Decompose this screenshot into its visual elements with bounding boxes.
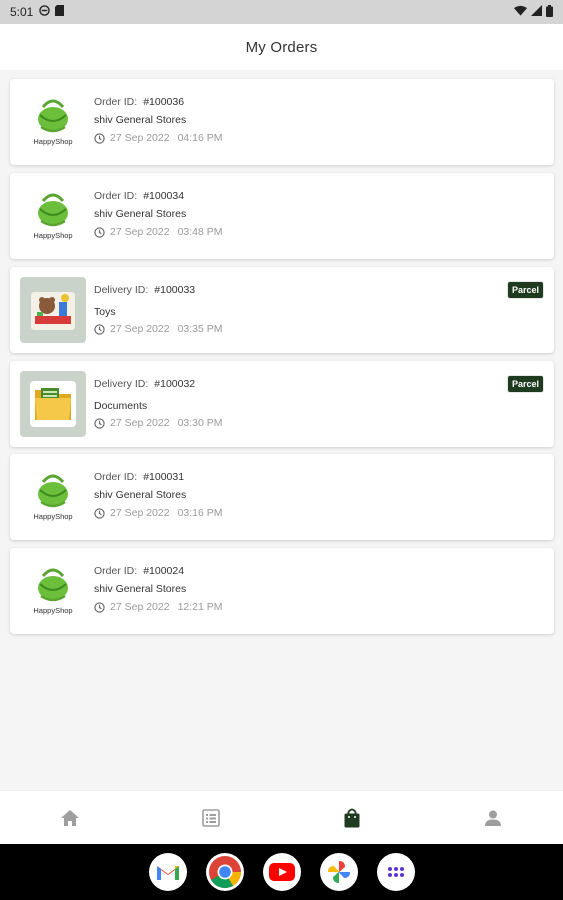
- nav-profile[interactable]: [422, 791, 563, 844]
- clock-icon: [94, 323, 105, 335]
- order-datetime: 27 Sep 2022 03:16 PM: [94, 507, 223, 519]
- status-time: 5:01: [10, 5, 34, 19]
- order-card[interactable]: HappyShop Order ID: #100024 shiv General …: [10, 548, 554, 634]
- happyshop-logo: HappyShop: [20, 558, 86, 624]
- delivery-datetime: 27 Sep 2022 03:35 PM: [94, 323, 223, 335]
- happyshop-logo: HappyShop: [20, 183, 86, 249]
- order-name: shiv General Stores: [94, 583, 187, 595]
- order-name: shiv General Stores: [94, 489, 187, 501]
- happyshop-logo-text: HappyShop: [33, 512, 72, 521]
- bottom-navigation: [0, 790, 563, 844]
- delivery-id-label: Delivery ID:: [94, 284, 149, 296]
- clock-icon: [94, 132, 105, 144]
- delivery-id-label: Delivery ID:: [94, 378, 149, 390]
- clock-icon: [94, 507, 105, 519]
- nav-home[interactable]: [0, 791, 141, 844]
- order-id-line: Order ID: #100036: [94, 96, 184, 108]
- parcel-badge: Parcel: [506, 281, 544, 299]
- delivery-id-value: #100032: [154, 378, 196, 390]
- order-name: shiv General Stores: [94, 208, 187, 220]
- nav-my-orders[interactable]: [282, 791, 423, 844]
- happyshop-logo-text: HappyShop: [33, 606, 72, 615]
- order-card[interactable]: HappyShop Order ID: #100036 shiv General …: [10, 79, 554, 165]
- order-id-line: Order ID: #100031: [94, 471, 184, 483]
- do-not-disturb-icon: [39, 5, 51, 19]
- order-time: 04:16 PM: [177, 132, 223, 144]
- photos-icon: [327, 861, 350, 883]
- order-id-line: Order ID: #100034: [94, 190, 184, 202]
- order-id-value: #100036: [143, 96, 185, 108]
- order-id-line: Order ID: #100024: [94, 565, 184, 577]
- list-icon: [202, 808, 220, 827]
- delivery-date: 27 Sep 2022: [110, 323, 170, 335]
- happyshop-logo-text: HappyShop: [33, 231, 72, 240]
- order-time: 12:21 PM: [177, 601, 223, 613]
- delivery-id-line: Delivery ID: #100032: [94, 378, 195, 390]
- orders-list[interactable]: HappyShop Order ID: #100036 shiv General …: [0, 70, 563, 790]
- delivery-time: 03:35 PM: [177, 323, 223, 335]
- order-id-value: #100034: [143, 190, 185, 202]
- delivery-id-line: Delivery ID: #100033: [94, 284, 195, 296]
- order-card[interactable]: Delivery ID: #100032 Documents 27 Sep 202…: [10, 361, 554, 447]
- person-icon: [484, 810, 501, 826]
- photos-app[interactable]: [319, 853, 358, 891]
- wifi-icon: [514, 5, 527, 19]
- shopping-bag-icon: [344, 808, 360, 827]
- youtube-app[interactable]: [262, 853, 301, 891]
- gmail-icon: [156, 866, 179, 880]
- page-title: My Orders: [245, 38, 318, 56]
- clock-icon: [94, 417, 105, 429]
- clock-icon: [94, 226, 105, 238]
- delivery-time: 03:30 PM: [177, 417, 223, 429]
- delivery-datetime: 27 Sep 2022 03:30 PM: [94, 417, 223, 429]
- app-bar: My Orders: [0, 24, 563, 70]
- order-date: 27 Sep 2022: [110, 132, 170, 144]
- signal-icon: [531, 5, 542, 19]
- gmail-app[interactable]: [148, 853, 187, 891]
- battery-icon: [546, 4, 553, 20]
- order-name: shiv General Stores: [94, 114, 187, 126]
- delivery-name: Documents: [94, 400, 148, 412]
- happyshop-logo-text: HappyShop: [33, 137, 72, 146]
- delivery-name: Toys: [94, 306, 116, 318]
- order-id-label: Order ID:: [94, 471, 138, 483]
- delivery-date: 27 Sep 2022: [110, 417, 170, 429]
- system-dock: [0, 844, 563, 900]
- home-icon: [61, 809, 80, 826]
- clock-icon: [94, 601, 105, 613]
- order-datetime: 27 Sep 2022 12:21 PM: [94, 601, 223, 613]
- status-bar: 5:01: [0, 0, 563, 24]
- order-date: 27 Sep 2022: [110, 601, 170, 613]
- app-drawer[interactable]: [376, 853, 415, 891]
- youtube-icon: [268, 863, 295, 881]
- order-id-value: #100024: [143, 565, 185, 577]
- chrome-icon: [208, 856, 241, 889]
- parcel-badge: Parcel: [506, 375, 544, 393]
- order-date: 27 Sep 2022: [110, 226, 170, 238]
- app-drawer-icon: [387, 867, 404, 877]
- documents-thumbnail: [20, 371, 86, 437]
- order-id-label: Order ID:: [94, 96, 138, 108]
- nav-orders-list[interactable]: [141, 791, 282, 844]
- order-time: 03:16 PM: [177, 507, 223, 519]
- order-datetime: 27 Sep 2022 04:16 PM: [94, 132, 223, 144]
- toys-thumbnail: [20, 277, 86, 343]
- order-id-value: #100031: [143, 471, 185, 483]
- happyshop-logo: HappyShop: [20, 464, 86, 530]
- order-card[interactable]: HappyShop Order ID: #100034 shiv General …: [10, 173, 554, 259]
- order-card[interactable]: HappyShop Order ID: #100031 shiv General …: [10, 454, 554, 540]
- chrome-app[interactable]: [205, 853, 244, 891]
- delivery-id-value: #100033: [154, 284, 196, 296]
- order-datetime: 27 Sep 2022 03:48 PM: [94, 226, 223, 238]
- order-card[interactable]: Delivery ID: #100033 Toys 27 Sep 2022 03:3…: [10, 267, 554, 353]
- order-id-label: Order ID:: [94, 565, 138, 577]
- order-id-label: Order ID:: [94, 190, 138, 202]
- sim-card-icon: [55, 5, 65, 19]
- happyshop-logo: HappyShop: [20, 89, 86, 155]
- order-time: 03:48 PM: [177, 226, 223, 238]
- order-date: 27 Sep 2022: [110, 507, 170, 519]
